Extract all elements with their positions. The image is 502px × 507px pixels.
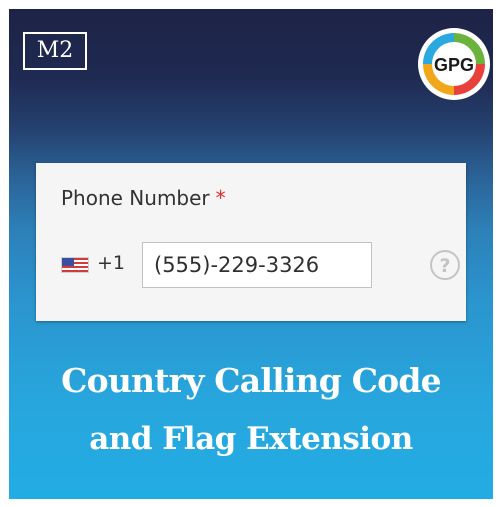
promo-banner: M2 GPG Phone Number* +1 ? Count — [9, 9, 493, 499]
phone-number-label-text: Phone Number — [61, 186, 210, 210]
question-circle-icon[interactable]: ? — [429, 249, 461, 281]
required-marker: * — [215, 186, 226, 210]
m2-badge: M2 — [23, 32, 87, 70]
banner-title-line-2: and Flag Extension — [89, 421, 413, 457]
banner-title-line-1: Country Calling Code — [61, 361, 442, 400]
phone-number-input[interactable] — [142, 242, 372, 288]
phone-number-field-card: Phone Number* +1 ? — [36, 163, 466, 321]
dial-code: +1 — [97, 252, 126, 274]
svg-text:?: ? — [439, 255, 450, 277]
us-flag-icon[interactable] — [61, 257, 89, 273]
phone-number-label: Phone Number * — [61, 186, 226, 210]
gpg-logo-text: GPG — [434, 55, 474, 75]
gpg-logo-icon: GPG — [418, 28, 490, 100]
